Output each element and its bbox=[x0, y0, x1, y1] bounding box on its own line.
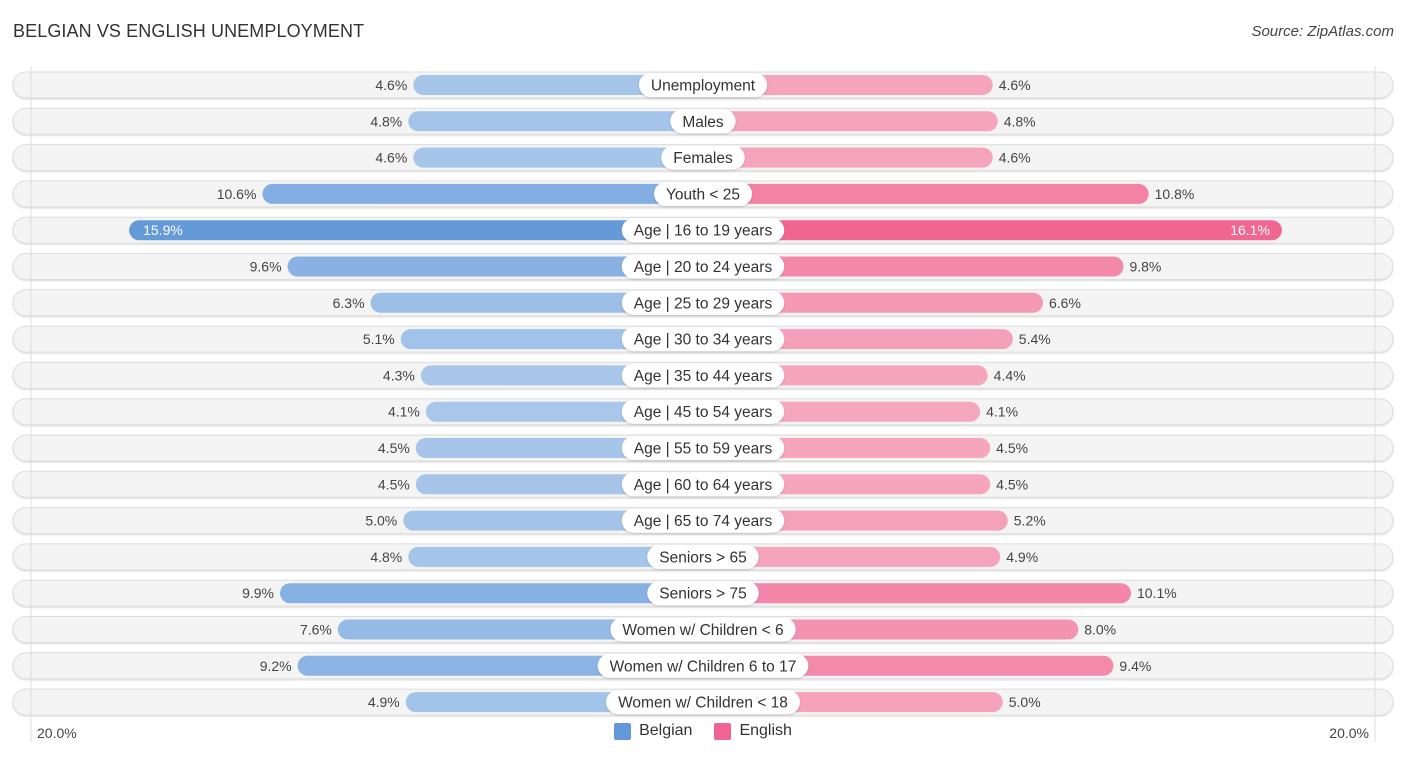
bar-english[interactable] bbox=[703, 583, 1132, 604]
legend-item-belgian[interactable]: Belgian bbox=[614, 722, 692, 740]
value-label-belgian: 4.5% bbox=[378, 440, 410, 456]
legend-swatch-belgian bbox=[614, 722, 632, 740]
category-label: Seniors > 65 bbox=[659, 549, 746, 566]
category-label: Males bbox=[682, 114, 724, 131]
category-label: Age | 20 to 24 years bbox=[634, 259, 773, 276]
value-label-english: 5.0% bbox=[1009, 694, 1041, 710]
category-label: Age | 60 to 64 years bbox=[634, 477, 773, 494]
bar-english[interactable] bbox=[703, 147, 993, 168]
value-label-english: 4.5% bbox=[996, 440, 1028, 456]
value-label-english: 4.9% bbox=[1006, 549, 1038, 565]
chart-row: 5.0% 5.2% Age | 65 to 74 years bbox=[12, 507, 1394, 535]
category-label: Women w/ Children < 18 bbox=[618, 695, 788, 712]
chart-row: 4.1% 4.1% Age | 45 to 54 years bbox=[12, 398, 1394, 426]
value-label-english: 4.1% bbox=[986, 404, 1018, 420]
value-label-english: 9.4% bbox=[1119, 658, 1151, 674]
value-label-belgian: 6.3% bbox=[333, 295, 365, 311]
category-label: Unemployment bbox=[651, 78, 756, 95]
value-label-belgian: 4.5% bbox=[378, 476, 410, 492]
chart-row: 4.8% 4.8% Males bbox=[12, 107, 1394, 135]
chart-row: 4.6% 4.6% Females bbox=[12, 144, 1394, 172]
chart-row: 5.1% 5.4% Age | 30 to 34 years bbox=[12, 325, 1394, 353]
legend-swatch-english bbox=[714, 722, 732, 740]
value-label-english: 5.2% bbox=[1014, 513, 1046, 529]
value-label-english: 6.6% bbox=[1049, 295, 1081, 311]
value-label-belgian: 10.6% bbox=[217, 186, 257, 202]
value-label-belgian: 4.8% bbox=[370, 549, 402, 565]
category-label: Age | 25 to 29 years bbox=[634, 295, 773, 312]
value-label-belgian: 9.6% bbox=[250, 259, 282, 275]
bar-english[interactable] bbox=[703, 111, 998, 132]
bar-belgian[interactable] bbox=[280, 583, 703, 604]
bar-english[interactable] bbox=[703, 183, 1149, 204]
value-label-belgian: 9.2% bbox=[260, 658, 292, 674]
value-label-english: 4.6% bbox=[999, 77, 1031, 93]
value-label-english: 4.5% bbox=[996, 476, 1028, 492]
category-label: Seniors > 75 bbox=[659, 586, 746, 603]
value-label-english: 10.1% bbox=[1137, 585, 1177, 601]
chart-row: 9.2% 9.4% Women w/ Children 6 to 17 bbox=[12, 652, 1394, 680]
value-label-belgian: 4.8% bbox=[370, 113, 402, 129]
category-label: Women w/ Children < 6 bbox=[622, 622, 783, 639]
value-label-english: 8.0% bbox=[1084, 622, 1116, 638]
category-label: Age | 45 to 54 years bbox=[634, 404, 773, 421]
bar-belgian[interactable] bbox=[413, 147, 703, 168]
value-label-belgian: 9.9% bbox=[242, 585, 274, 601]
chart-row: 9.6% 9.8% Age | 20 to 24 years bbox=[12, 253, 1394, 280]
chart-row: 4.5% 4.5% Age | 60 to 64 years bbox=[12, 470, 1394, 498]
rows-group: 4.6% 4.6%Unemployment4.8% 4.8%Males4.6% 4.6… bbox=[12, 71, 1394, 716]
bar-belgian[interactable] bbox=[262, 183, 703, 204]
legend-item-english[interactable]: English bbox=[714, 722, 792, 740]
value-label-english: 4.8% bbox=[1004, 113, 1036, 129]
category-label: Age | 65 to 74 years bbox=[634, 513, 773, 530]
value-label-english: 10.8% bbox=[1155, 186, 1195, 202]
value-label-belgian: 4.9% bbox=[368, 694, 400, 710]
chart-row: 4.3% 4.4% Age | 35 to 44 years bbox=[12, 361, 1394, 389]
chart-row: 4.8% 4.9% Seniors > 65 bbox=[12, 543, 1394, 571]
value-label-belgian: 4.6% bbox=[375, 77, 407, 93]
legend-label-belgian: Belgian bbox=[639, 722, 693, 739]
category-label: Age | 55 to 59 years bbox=[634, 441, 773, 458]
value-label-belgian: 15.9% bbox=[143, 222, 183, 238]
category-label: Females bbox=[673, 150, 733, 167]
bar-english[interactable] bbox=[703, 220, 1282, 241]
value-label-english: 4.6% bbox=[999, 150, 1031, 166]
bar-belgian[interactable] bbox=[129, 220, 704, 241]
chart-row: 9.9% 10.1% Seniors > 75 bbox=[12, 579, 1394, 607]
chart-row: 4.6% 4.6% Unemployment bbox=[12, 71, 1394, 99]
diverging-bar-chart: 4.6% 4.6%Unemployment4.8% 4.8%Males4.6% 4.6… bbox=[12, 66, 1394, 742]
value-label-belgian: 4.3% bbox=[383, 367, 415, 383]
bar-belgian[interactable] bbox=[408, 111, 703, 132]
category-label: Age | 30 to 34 years bbox=[634, 332, 773, 349]
legend: Belgian English bbox=[0, 722, 1406, 740]
legend-label-english: English bbox=[739, 722, 792, 739]
category-label: Women w/ Children 6 to 17 bbox=[610, 658, 797, 675]
value-label-english: 5.4% bbox=[1019, 331, 1051, 347]
category-label: Youth < 25 bbox=[666, 186, 740, 203]
chart-row: 7.6% 8.0% Women w/ Children < 6 bbox=[12, 616, 1394, 643]
category-label: Age | 16 to 19 years bbox=[634, 223, 773, 240]
value-label-belgian: 4.1% bbox=[388, 404, 420, 420]
value-label-english: 16.1% bbox=[1230, 222, 1270, 238]
value-label-belgian: 7.6% bbox=[300, 622, 332, 638]
value-label-english: 9.8% bbox=[1129, 259, 1161, 275]
chart-row: 4.5% 4.5% Age | 55 to 59 years bbox=[12, 434, 1394, 462]
chart-row: 15.9% 16.1% Age | 16 to 19 years bbox=[12, 216, 1394, 244]
value-label-belgian: 4.6% bbox=[375, 150, 407, 166]
category-label: Age | 35 to 44 years bbox=[634, 368, 773, 385]
value-label-english: 4.4% bbox=[994, 367, 1026, 383]
value-label-belgian: 5.1% bbox=[363, 331, 395, 347]
chart-row: 6.3% 6.6% Age | 25 to 29 years bbox=[12, 289, 1394, 317]
chart-row: 4.9% 5.0% Women w/ Children < 18 bbox=[12, 688, 1394, 716]
value-label-belgian: 5.0% bbox=[365, 513, 397, 529]
chart-row: 10.6% 10.8% Youth < 25 bbox=[12, 180, 1394, 208]
